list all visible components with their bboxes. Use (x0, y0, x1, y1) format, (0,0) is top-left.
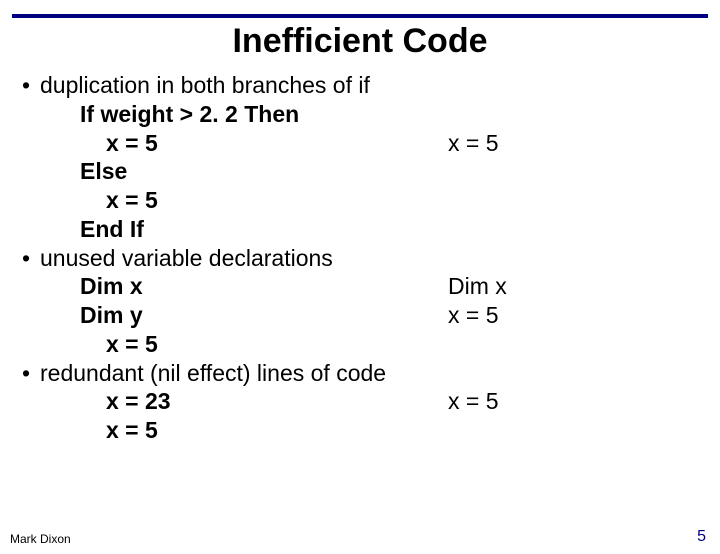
code-line: x = 23 (80, 387, 448, 416)
footer-page-number: 5 (697, 528, 706, 546)
slide-title: Inefficient Code (0, 22, 720, 61)
top-rule (12, 14, 708, 18)
code-3-left: x = 23 x = 5 (18, 387, 448, 445)
code-line: x = 5 (448, 387, 702, 416)
code-line: Dim y (80, 301, 448, 330)
code-line: End If (80, 215, 448, 244)
bullet-3: • redundant (nil effect) lines of code (18, 359, 702, 388)
code-block-1: If weight > 2. 2 Then x = 5 Else x = 5 E… (18, 100, 702, 244)
code-line: Dim x (448, 272, 702, 301)
code-block-2: Dim x Dim y x = 5 Dim x x = 5 (18, 272, 702, 358)
slide-content: • duplication in both branches of if If … (0, 71, 720, 445)
code-line: x = 5 (448, 129, 702, 158)
code-line: x = 5 (80, 129, 448, 158)
code-1-left: If weight > 2. 2 Then x = 5 Else x = 5 E… (18, 100, 448, 244)
code-block-3: x = 23 x = 5 x = 5 (18, 387, 702, 445)
code-line: x = 5 (80, 186, 448, 215)
bullet-1: • duplication in both branches of if (18, 71, 702, 100)
bullet-2: • unused variable declarations (18, 244, 702, 273)
bullet-dot: • (18, 359, 40, 388)
code-2-left: Dim x Dim y x = 5 (18, 272, 448, 358)
code-line: Dim x (80, 272, 448, 301)
bullet-dot: • (18, 71, 40, 100)
code-line: If weight > 2. 2 Then (80, 100, 448, 129)
bullet-dot: • (18, 244, 40, 273)
code-1-right: x = 5 (448, 100, 702, 244)
code-3-right: x = 5 (448, 387, 702, 445)
footer-author: Mark Dixon (10, 532, 71, 546)
code-line: x = 5 (448, 301, 702, 330)
bullet-2-text: unused variable declarations (40, 244, 702, 273)
code-line: x = 5 (80, 416, 448, 445)
bullet-3-text: redundant (nil effect) lines of code (40, 359, 702, 388)
code-line: Else (80, 157, 448, 186)
bullet-1-text: duplication in both branches of if (40, 71, 702, 100)
code-line: x = 5 (80, 330, 448, 359)
code-2-right: Dim x x = 5 (448, 272, 702, 358)
